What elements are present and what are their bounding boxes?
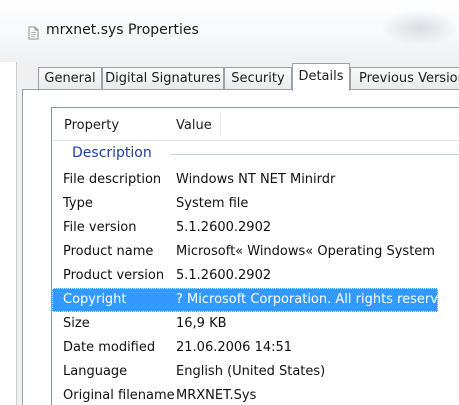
group-header-description[interactable]: Description	[52, 141, 459, 167]
column-separator[interactable]	[220, 112, 221, 136]
properties-window: mrxnet.sys Properties General Digital Si…	[0, 0, 459, 405]
property-name: Size	[63, 316, 90, 331]
property-name: Product version	[63, 268, 165, 283]
property-name: Date modified	[63, 340, 156, 355]
property-value: MRXNET.Sys	[176, 388, 257, 403]
property-name: Copyright	[63, 292, 127, 307]
window-title: mrxnet.sys Properties	[46, 22, 199, 38]
property-name: File version	[63, 220, 137, 235]
list-item[interactable]: Size 16,9 KB	[52, 312, 459, 336]
property-value: System file	[176, 196, 249, 211]
property-value: 5.1.2600.2902	[176, 268, 272, 283]
title-bar-glow	[380, 10, 459, 46]
property-name: Language	[63, 364, 128, 379]
title-bar[interactable]: mrxnet.sys Properties	[0, 0, 459, 62]
list-item[interactable]: Type System file	[52, 192, 459, 216]
property-value: Microsoft« Windows« Operating System	[176, 244, 435, 259]
property-name: Type	[63, 196, 93, 211]
tab-strip: General Digital Signatures Security Deta…	[16, 62, 459, 91]
list-column-header: Property Value	[52, 108, 459, 141]
list-item[interactable]: Language English (United States)	[52, 360, 459, 384]
tab-digital-signatures[interactable]: Digital Signatures	[102, 67, 224, 89]
property-value: Windows NT NET Minirdr	[176, 172, 336, 187]
property-name: File description	[63, 172, 162, 187]
list-item[interactable]: File description Windows NT NET Minirdr	[52, 168, 459, 192]
property-name: Product name	[63, 244, 154, 259]
list-item-selected[interactable]: Copyright ? Microsoft Corporation. All r…	[52, 288, 459, 312]
tab-general[interactable]: General	[38, 67, 102, 89]
list-item[interactable]: Original filename MRXNET.Sys	[52, 384, 459, 405]
document-icon	[28, 26, 39, 40]
property-value: 21.06.2006 14:51	[176, 340, 293, 355]
property-value: ? Microsoft Corporation. All rights rese…	[176, 292, 450, 307]
column-header-property[interactable]: Property	[64, 118, 119, 133]
property-value: 5.1.2600.2902	[176, 220, 272, 235]
property-name: Original filename	[63, 388, 175, 403]
list-item[interactable]: File version 5.1.2600.2902	[52, 216, 459, 240]
tab-previous-versions[interactable]: Previous Versions	[350, 67, 459, 89]
list-item[interactable]: Product version 5.1.2600.2902	[52, 264, 459, 288]
list-item[interactable]: Date modified 21.06.2006 14:51	[52, 336, 459, 360]
tab-security[interactable]: Security	[224, 67, 292, 89]
group-divider	[170, 154, 459, 155]
tab-details[interactable]: Details	[292, 63, 350, 91]
property-value: English (United States)	[176, 364, 326, 379]
group-label: Description	[72, 145, 152, 161]
list-item[interactable]: Product name Microsoft« Windows« Operati…	[52, 240, 459, 264]
property-value: 16,9 KB	[176, 316, 227, 331]
column-header-value[interactable]: Value	[176, 118, 212, 133]
